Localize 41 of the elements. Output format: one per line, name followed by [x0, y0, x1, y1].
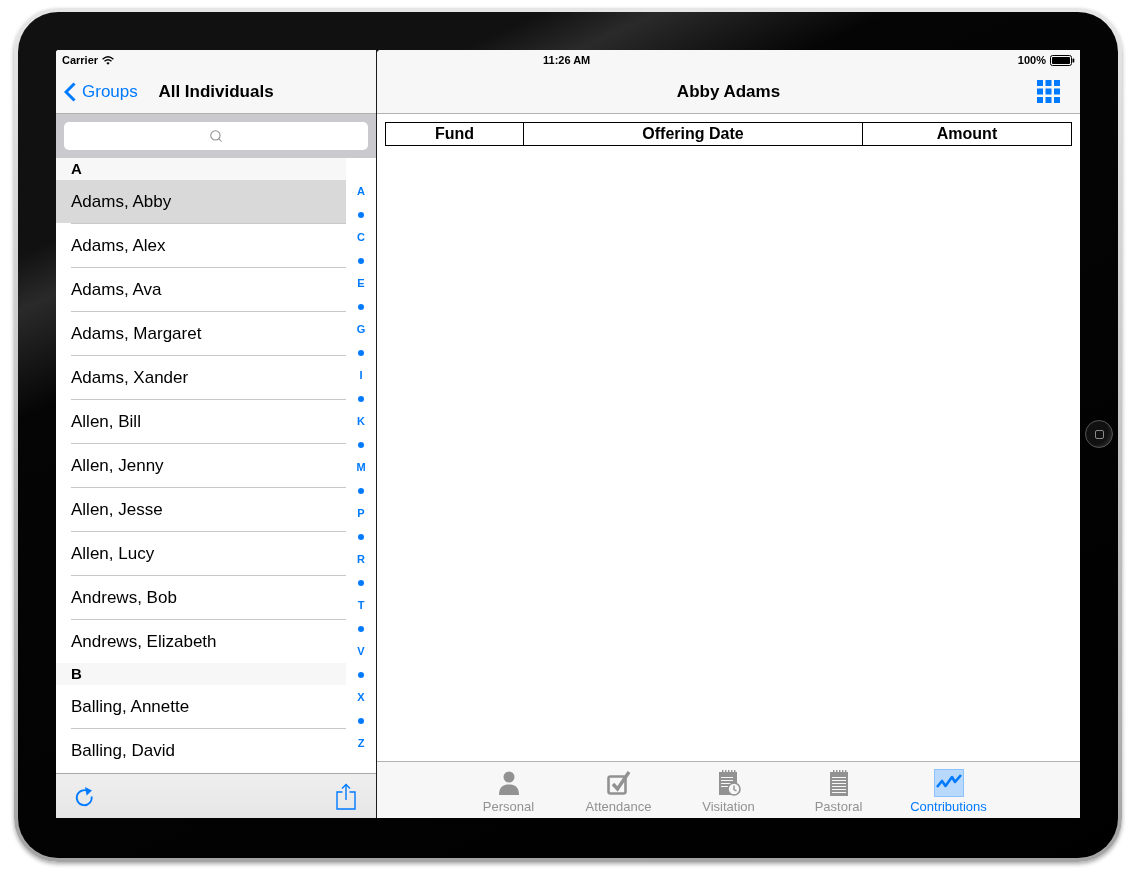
battery-icon: [1050, 54, 1075, 66]
line-chart-icon: [933, 769, 964, 797]
index-letter[interactable]: G: [346, 318, 376, 341]
battery-percentage: 100%: [1017, 52, 1046, 68]
tab[interactable]: Contributions: [893, 769, 1004, 815]
tab[interactable]: Pastoral: [783, 769, 894, 815]
index-letter[interactable]: P: [346, 502, 376, 525]
section-header: A: [56, 158, 346, 180]
index-letter[interactable]: V: [346, 640, 376, 663]
chevron-left-icon: [64, 81, 76, 102]
navigation-title: All Individuals: [157, 80, 275, 103]
index-letter[interactable]: R: [346, 548, 376, 571]
contact-row[interactable]: Adams, Abby: [56, 180, 346, 223]
tab[interactable]: Personal: [453, 769, 564, 815]
home-button[interactable]: [1085, 420, 1113, 448]
index-letter[interactable]: K: [346, 410, 376, 433]
index-letter[interactable]: Z: [346, 732, 376, 755]
tab[interactable]: Attendance: [563, 769, 674, 815]
square-icon: [1094, 429, 1104, 439]
share-icon[interactable]: [336, 782, 356, 810]
index-letter[interactable]: C: [346, 226, 376, 249]
index-letter[interactable]: A: [346, 180, 376, 203]
navigation-title: Abby Adams: [676, 80, 781, 103]
column-header: Fund: [385, 122, 524, 146]
carrier-label: Carrier: [62, 52, 99, 68]
tab[interactable]: Visitation: [673, 769, 784, 815]
column-header: Amount: [863, 122, 1072, 146]
index-letter[interactable]: T: [346, 594, 376, 617]
column-header: Offering Date: [524, 122, 863, 146]
index-letter[interactable]: I: [346, 364, 376, 387]
grid-icon[interactable]: [1037, 80, 1060, 103]
section-header: B: [56, 663, 346, 685]
index-letter[interactable]: E: [346, 272, 376, 295]
wifi-icon: [102, 55, 115, 65]
index-letter[interactable]: M: [346, 456, 376, 479]
refresh-icon[interactable]: [74, 785, 95, 807]
search-field[interactable]: [64, 122, 368, 150]
status-time: 11:26 AM: [543, 52, 591, 68]
search-icon: [209, 129, 223, 143]
back-button[interactable]: Groups: [56, 78, 138, 105]
index-letter[interactable]: X: [346, 686, 376, 709]
